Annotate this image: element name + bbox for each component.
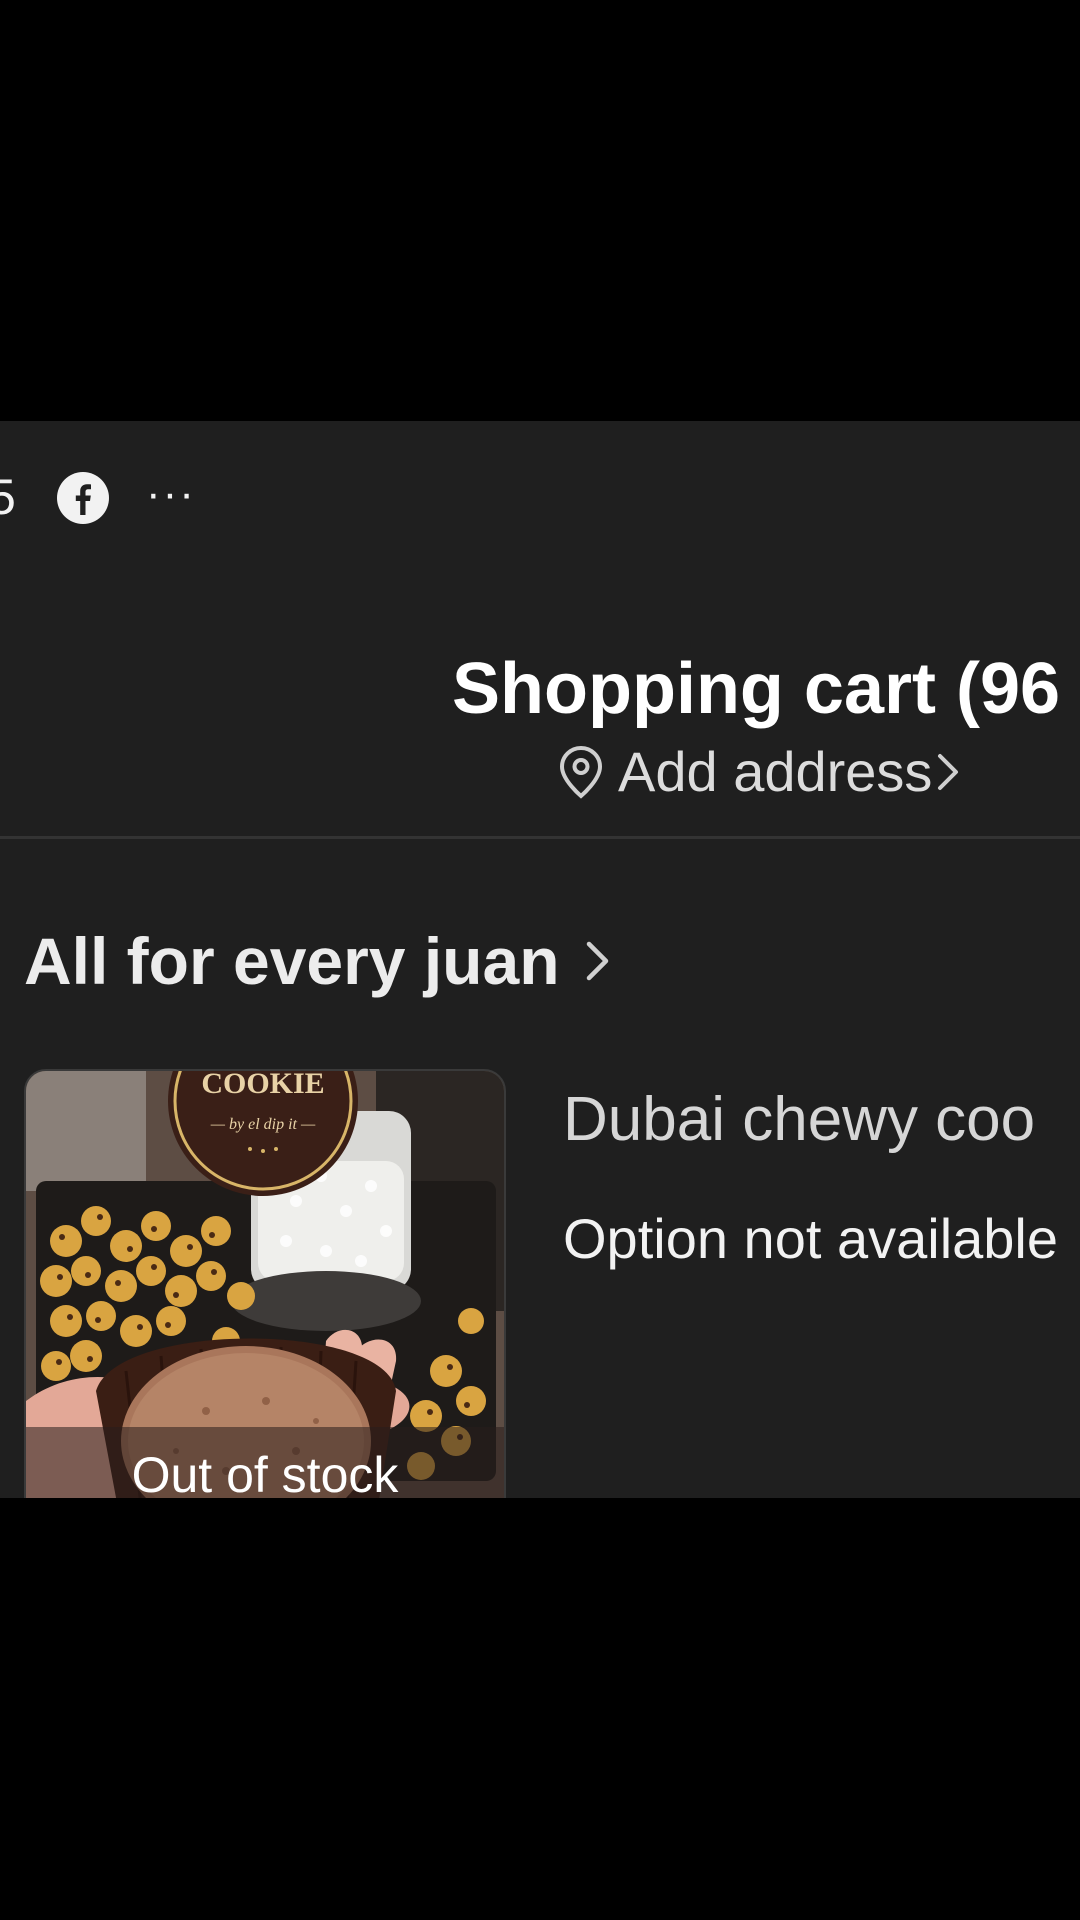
image-brand-text: COOKIE bbox=[201, 1071, 324, 1100]
store-name: All for every juan bbox=[24, 924, 560, 998]
header-divider bbox=[0, 836, 1080, 839]
product-option-status: Option not available bbox=[563, 1207, 1059, 1270]
store-header[interactable]: All for every juan bbox=[24, 923, 612, 999]
facebook-icon[interactable] bbox=[56, 471, 110, 525]
product-name[interactable]: Dubai chewy coo bbox=[563, 1083, 1035, 1157]
status-partial-text: 5 bbox=[0, 469, 16, 525]
product-image[interactable]: COOKIE — by el dip it — Out of stock bbox=[24, 1069, 506, 1498]
letterbox-frame: 5 ··· Shopping cart (96 Add address All … bbox=[0, 0, 1080, 1920]
location-pin-icon bbox=[559, 745, 603, 799]
add-address-link[interactable]: Add address bbox=[556, 741, 960, 803]
out-of-stock-label: Out of stock bbox=[131, 1447, 399, 1498]
chevron-right-icon bbox=[938, 754, 959, 790]
add-address-label: Add address bbox=[618, 740, 933, 803]
chevron-right-icon bbox=[586, 941, 608, 981]
image-tagline: — by el dip it — bbox=[210, 1116, 316, 1133]
shopping-cart-screen: 5 ··· Shopping cart (96 Add address All … bbox=[0, 421, 1080, 1498]
more-icon[interactable]: ··· bbox=[146, 467, 196, 521]
page-title: Shopping cart (96 bbox=[452, 649, 1061, 729]
